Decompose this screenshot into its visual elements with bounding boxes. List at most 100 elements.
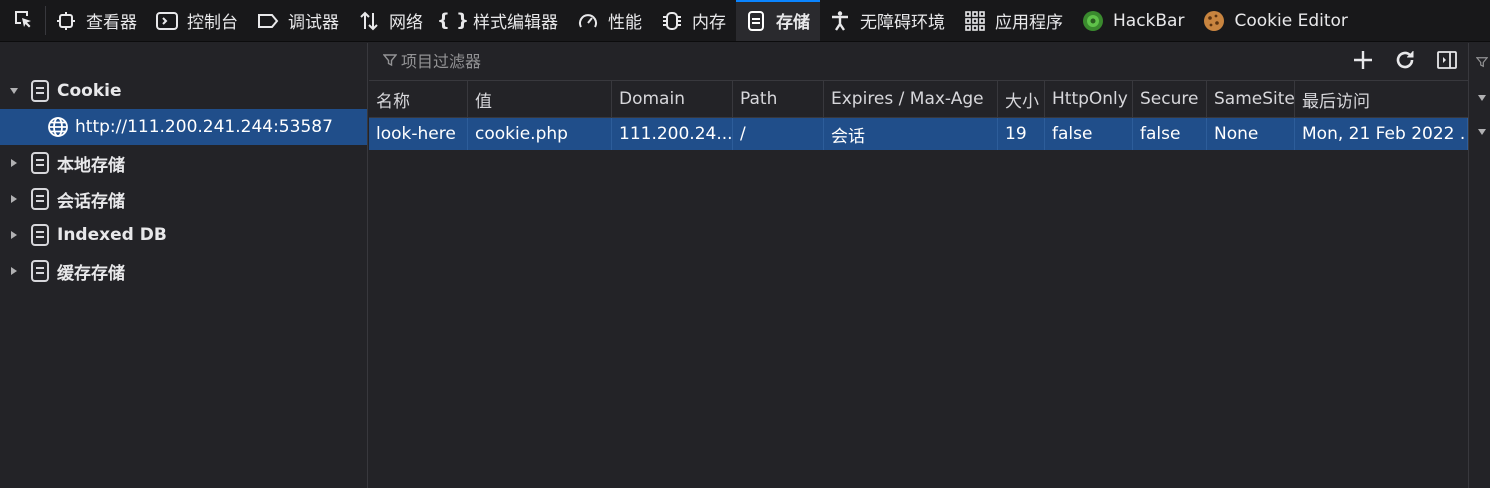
details-sidebar-collapsed (1468, 43, 1490, 488)
tree-item-cache-storage[interactable]: 缓存存储 (0, 253, 367, 289)
expanded-arrow-icon[interactable] (1475, 91, 1489, 105)
filter-icon[interactable] (1475, 55, 1489, 69)
tab-label: Cookie Editor (1234, 10, 1348, 31)
storage-icon (28, 79, 52, 103)
tab-label: HackBar (1113, 10, 1185, 31)
table-cell[interactable]: 会话 (824, 118, 998, 150)
tree-label: Indexed DB (57, 225, 167, 245)
refresh-button[interactable] (1384, 43, 1426, 81)
tab-accessibility[interactable]: 无障碍环境 (820, 0, 955, 41)
tab-performance[interactable]: 性能 (568, 0, 652, 41)
table-row[interactable]: look-here cookie.php 111.200.24... / 会话 … (369, 118, 1468, 150)
tab-storage[interactable]: 存储 (736, 0, 820, 41)
storage-icon (28, 151, 52, 175)
tab-label: 存储 (776, 13, 810, 33)
tree-label: http://111.200.241.244:53587 (75, 117, 333, 137)
tab-cookie-editor[interactable]: Cookie Editor (1194, 0, 1357, 41)
storage-icon (28, 223, 52, 247)
memory-icon (660, 9, 684, 33)
debugger-icon (256, 9, 280, 33)
tree-label: 缓存存储 (57, 263, 125, 284)
column-header-value[interactable]: 值 (468, 81, 612, 117)
plus-icon (1353, 50, 1373, 74)
tree-item-local-storage[interactable]: 本地存储 (0, 145, 367, 181)
table-cell[interactable]: 111.200.24... (612, 118, 733, 150)
devtools-toolbar: 查看器 控制台 调试器 网络 { } 样式编辑器 性能 内存 存储 无障碍环境 … (0, 0, 1490, 42)
application-icon (963, 9, 987, 33)
hackbar-icon (1081, 9, 1105, 33)
tab-application[interactable]: 应用程序 (955, 0, 1073, 41)
table-cell[interactable]: 19 (998, 118, 1045, 150)
tab-debugger[interactable]: 调试器 (248, 0, 349, 41)
filter-box[interactable] (369, 52, 1342, 71)
filter-input[interactable] (401, 52, 801, 71)
column-header-size[interactable]: 大小 (998, 81, 1045, 117)
tree-label: Cookie (57, 81, 122, 101)
collapsed-arrow-icon[interactable] (0, 266, 28, 276)
toggle-sidebar-button[interactable] (1426, 43, 1468, 81)
tab-inspector[interactable]: 查看器 (46, 0, 147, 41)
tree-item-indexed-db[interactable]: Indexed DB (0, 217, 367, 253)
table-cell[interactable]: cookie.php (468, 118, 612, 150)
globe-icon (46, 115, 70, 139)
column-header-samesite[interactable]: SameSite (1207, 81, 1295, 117)
accessibility-icon (828, 9, 852, 33)
tree-label: 会话存储 (57, 191, 125, 212)
tab-style-editor[interactable]: { } 样式编辑器 (433, 0, 568, 41)
tab-label: 调试器 (288, 13, 339, 33)
style-editor-icon: { } (437, 10, 469, 31)
console-icon (155, 9, 179, 33)
tab-label: 应用程序 (995, 13, 1063, 33)
expanded-arrow-icon[interactable] (1475, 125, 1489, 139)
expanded-arrow-icon[interactable] (0, 86, 28, 96)
column-header-domain[interactable]: Domain (612, 81, 733, 117)
collapsed-arrow-icon[interactable] (0, 194, 28, 204)
tab-label: 网络 (389, 13, 423, 33)
tree-item-cookie[interactable]: Cookie (0, 73, 367, 109)
tab-console[interactable]: 控制台 (147, 0, 248, 41)
column-header-name[interactable]: 名称 (369, 81, 468, 117)
tree-label: 本地存储 (57, 155, 125, 176)
tab-memory[interactable]: 内存 (652, 0, 736, 41)
storage-icon (28, 259, 52, 283)
tab-hackbar[interactable]: HackBar (1073, 0, 1194, 41)
refresh-icon (1394, 49, 1416, 75)
filter-icon (382, 52, 398, 71)
table-cell[interactable]: look-here (369, 118, 468, 150)
table-cell[interactable]: false (1045, 118, 1133, 150)
column-header-expires[interactable]: Expires / Max-Age (824, 81, 998, 117)
inspector-icon (54, 9, 78, 33)
tab-label: 控制台 (187, 13, 238, 33)
table-cell[interactable]: None (1207, 118, 1295, 150)
cookie-icon (1202, 9, 1226, 33)
element-picker-icon (12, 8, 34, 34)
filter-bar (369, 43, 1468, 81)
column-header-last-accessed[interactable]: 最后访问 (1295, 81, 1468, 117)
table-cell[interactable]: false (1133, 118, 1207, 150)
sidebar-toggle-icon (1436, 50, 1458, 74)
table-header: 名称 值 Domain Path Expires / Max-Age 大小 Ht… (369, 81, 1468, 118)
collapsed-arrow-icon[interactable] (0, 158, 28, 168)
table-cell[interactable]: Mon, 21 Feb 2022 ... (1295, 118, 1468, 150)
tree-item-cookie-host[interactable]: http://111.200.241.244:53587 (0, 109, 367, 145)
tab-label: 性能 (608, 13, 642, 33)
element-picker-button[interactable] (0, 6, 46, 35)
storage-tree: Cookie http://111.200.241.244:53587 本地存储… (0, 43, 368, 488)
table-cell[interactable]: / (733, 118, 824, 150)
network-icon (357, 9, 381, 33)
storage-icon (28, 187, 52, 211)
tab-label: 内存 (692, 13, 726, 33)
add-item-button[interactable] (1342, 43, 1384, 81)
storage-table-panel: 名称 值 Domain Path Expires / Max-Age 大小 Ht… (369, 43, 1468, 488)
column-header-httponly[interactable]: HttpOnly (1045, 81, 1133, 117)
column-header-path[interactable]: Path (733, 81, 824, 117)
tab-label: 样式编辑器 (473, 13, 558, 33)
performance-icon (576, 9, 600, 33)
tab-label: 无障碍环境 (860, 13, 945, 33)
tree-item-session-storage[interactable]: 会话存储 (0, 181, 367, 217)
tab-network[interactable]: 网络 (349, 0, 433, 41)
column-header-secure[interactable]: Secure (1133, 81, 1207, 117)
collapsed-arrow-icon[interactable] (0, 230, 28, 240)
storage-icon (744, 9, 768, 33)
tab-label: 查看器 (86, 13, 137, 33)
